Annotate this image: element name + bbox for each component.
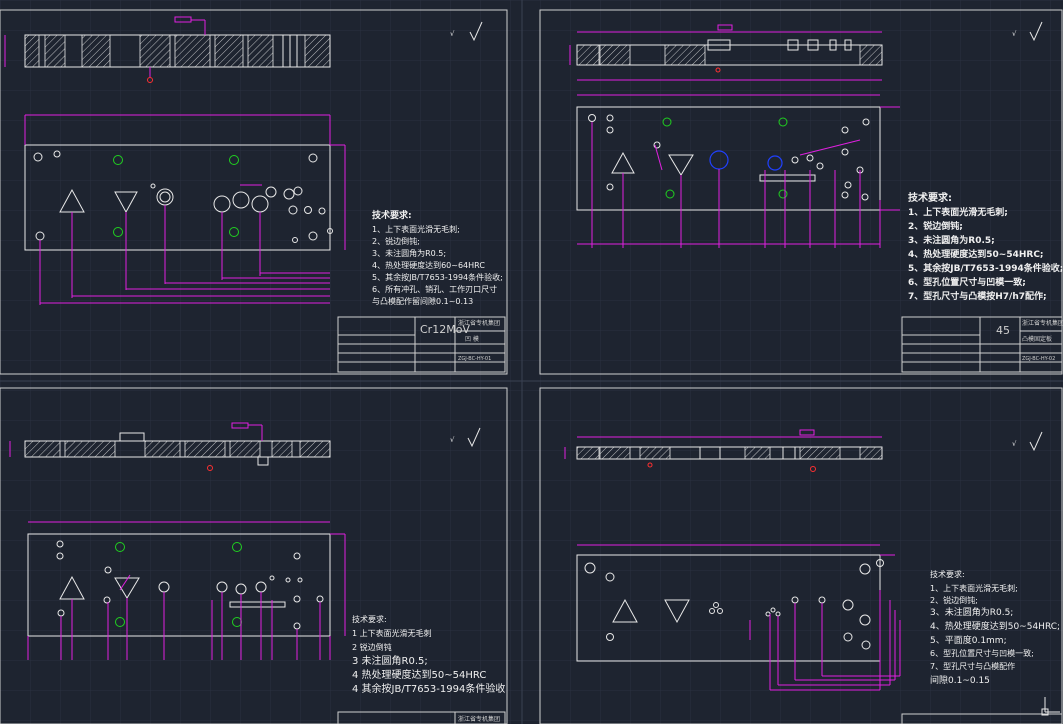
note-line: 4 其余按JB/T7653-1994条件验收 xyxy=(352,682,505,695)
part-name-label: 凹 模 xyxy=(465,335,479,343)
note-line: 间隙0.1~0.15 xyxy=(930,674,990,686)
drawing-number-label: ZGJ-BC-HY-02 xyxy=(1022,356,1055,362)
company-label: 浙江省专机集团 xyxy=(458,319,500,327)
note-line: 3、未注圆角为R0.5; xyxy=(372,248,446,258)
note-line: 4、热处理硬度达到50~54HRC; xyxy=(930,620,1060,632)
note-line: 1、上下表面光滑无毛刺; xyxy=(908,206,1008,218)
note-line: 6、所有冲孔、销孔、工作刃口尺寸 xyxy=(372,284,497,294)
note-line: 与凸模配作留间隙0.1~0.13 xyxy=(372,296,473,306)
notes-title: 技术要求: xyxy=(372,209,412,221)
note-line: 1 上下表面光滑无毛刺 xyxy=(352,628,432,638)
notes-title: 技术要求: xyxy=(930,569,965,579)
svg-text:√: √ xyxy=(1012,440,1017,448)
note-line: 2、锐边倒钝; xyxy=(930,595,978,605)
note-line: 3、未注圆角为R0.5; xyxy=(908,234,995,246)
svg-text:√: √ xyxy=(450,30,455,38)
note-line: 4、热处理硬度达到50~54HRC; xyxy=(908,248,1044,260)
note-line: 5、平面度0.1mm; xyxy=(930,634,1007,646)
cad-drawing-canvas[interactable]: √ 技术要求: 1、上下表面光滑无毛刺; 2、锐边倒钝; 3、未注圆角为R0.5… xyxy=(0,0,1063,724)
part-name-label: 凸模固定板 xyxy=(1022,335,1052,343)
note-line: 1、上下表面光滑无毛刺; xyxy=(372,224,460,234)
note-line: 3 未注圆角R0.5; xyxy=(352,654,428,667)
svg-text:√: √ xyxy=(450,436,455,444)
note-line: 6、型孔位置尺寸与凹模一致; xyxy=(908,276,1026,288)
note-line: 6、型孔位置尺寸与凹模一致; xyxy=(930,648,1034,658)
notes-title: 技术要求: xyxy=(352,614,387,624)
note-line: 7、型孔尺寸与凸模按H7/h7配作; xyxy=(908,290,1047,302)
note-line: 4、热处理硬度达到60~64HRC xyxy=(372,260,485,270)
note-line: 5、其余按JB/T7653-1994条件验收; xyxy=(908,262,1063,274)
note-line: 2、锐边倒钝; xyxy=(908,220,963,232)
note-line: 5、其余按JB/T7653-1994条件验收; xyxy=(372,272,503,282)
note-line: 1、上下表面光滑无毛刺; xyxy=(930,583,1018,593)
note-line: 7、型孔尺寸与凸模配作 xyxy=(930,661,1015,671)
notes-title: 技术要求: xyxy=(908,191,952,204)
note-line: 2 锐边倒钝 xyxy=(352,642,392,652)
company-label: 浙江省专机集团 xyxy=(458,715,500,723)
svg-text:√: √ xyxy=(1012,30,1017,38)
note-line: 2、锐边倒钝; xyxy=(372,236,420,246)
company-label: 浙江省专机集团 xyxy=(1022,319,1063,327)
material-label: 45 xyxy=(996,324,1010,337)
note-line: 4 热处理硬度达到50~54HRC xyxy=(352,668,486,681)
note-line: 3、未注圆角为R0.5; xyxy=(930,606,1013,618)
drawing-number-label: ZGJ-BC-HY-01 xyxy=(458,356,491,362)
